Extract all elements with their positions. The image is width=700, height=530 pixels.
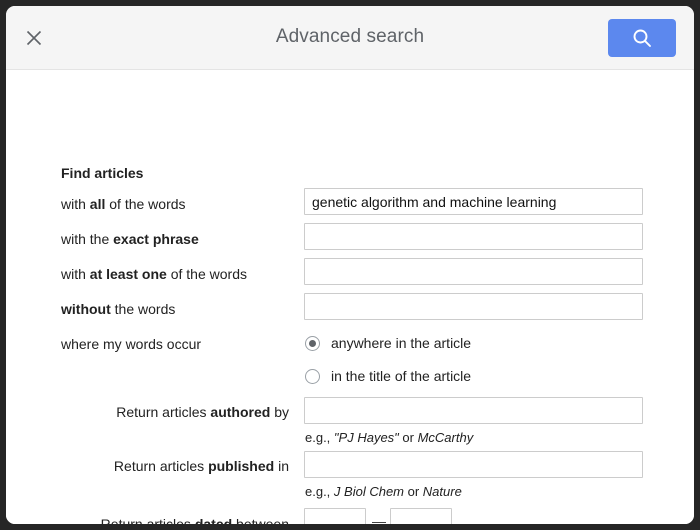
input-at-least-one[interactable]: [304, 258, 643, 285]
input-all-words[interactable]: [304, 188, 643, 215]
radio-indicator-title: [305, 368, 320, 384]
search-button[interactable]: [608, 19, 676, 57]
radio-label-anywhere: anywhere in the article: [331, 335, 472, 351]
label-exact-phrase: with the exact phrase: [61, 231, 199, 247]
dialog-header: Advanced search: [6, 6, 694, 70]
dialog-body: Find articles with all of the words with…: [6, 70, 694, 524]
label-published-in: Return articles published in: [113, 458, 289, 474]
search-icon: [631, 27, 653, 49]
radio-option-title[interactable]: in the title of the article: [305, 368, 471, 384]
input-authored-by[interactable]: [304, 397, 643, 424]
input-exact-phrase[interactable]: [304, 223, 643, 250]
input-without-words[interactable]: [304, 293, 643, 320]
label-without-words: without the words: [61, 301, 176, 317]
radio-option-anywhere[interactable]: anywhere in the article: [305, 335, 471, 351]
label-words-occur: where my words occur: [61, 336, 202, 352]
label-authored-by: Return articles authored by: [116, 404, 289, 420]
input-published-in[interactable]: [304, 451, 643, 478]
date-range-separator: —: [372, 513, 386, 524]
input-date-from[interactable]: [304, 508, 366, 524]
advanced-search-dialog: Advanced search Find articles with all o…: [6, 6, 694, 524]
input-date-to[interactable]: [390, 508, 452, 524]
label-all-words: with all of the words: [61, 196, 186, 212]
hint-authored-by: e.g., "PJ Hayes" or McCarthy: [305, 430, 474, 445]
radio-label-title: in the title of the article: [331, 368, 472, 384]
find-articles-heading: Find articles: [61, 165, 144, 181]
close-button[interactable]: [16, 20, 52, 56]
radio-indicator-anywhere: [305, 335, 320, 351]
label-dated-between: Return articles dated between: [100, 516, 289, 524]
label-at-least-one: with at least one of the words: [61, 266, 247, 282]
page-title: Advanced search: [275, 26, 425, 47]
hint-published-in: e.g., J Biol Chem or Nature: [305, 484, 462, 499]
close-icon: [24, 28, 44, 48]
